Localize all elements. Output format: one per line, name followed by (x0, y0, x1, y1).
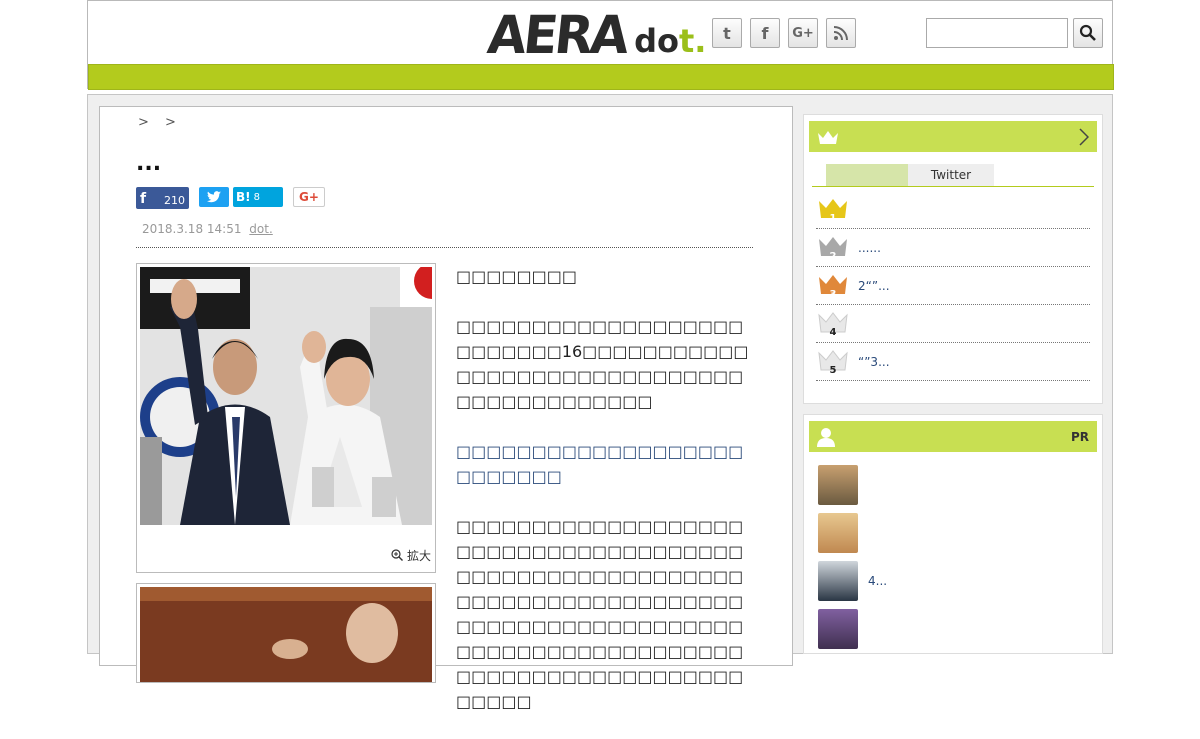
avatar (818, 465, 858, 505)
twitter-icon: t (723, 23, 731, 43)
article-photo-frame[interactable]: 拡大 (136, 263, 436, 573)
rank-number: 5 (829, 364, 837, 376)
pr-item-title: 4... (868, 574, 888, 588)
crown-icon (818, 130, 838, 144)
tab-ranking-twitter[interactable]: Twitter (908, 164, 994, 186)
article-paragraph: □□□□□□□□ (456, 267, 577, 286)
hatena-bookmark-icon: B! (236, 190, 251, 204)
rank-number: 3 (829, 288, 837, 300)
global-nav-bar (88, 64, 1114, 90)
article-title: ... (136, 151, 162, 176)
twitter-share-button[interactable] (199, 187, 229, 207)
google-plus-button[interactable]: G+ (788, 18, 818, 48)
chevron-right-icon (1079, 127, 1089, 146)
publish-date: 2018.3.18 14:51 (142, 222, 242, 236)
photo-zoom-link[interactable]: 拡大 (391, 547, 431, 564)
article-dateline: 2018.3.18 14:51 dot. (142, 222, 273, 236)
pr-item[interactable] (818, 509, 887, 557)
content-frame: > > ... f 210 B! 8 G+ 2018.3.18 14:51 do… (87, 94, 1113, 711)
article-paragraph: □□□□□□□□□□□□□□□□□□□□□□□□□□□□□□□□□□□□□□□□… (456, 517, 744, 711)
pr-widget: PR 4... (803, 414, 1103, 654)
ranking-item[interactable]: 4 (816, 305, 1090, 343)
logo-dot-suffix: t. (678, 22, 707, 60)
ranking-list: 1 2 ...... 3 2“”... 4 5 “”3... (816, 191, 1090, 381)
facebook-icon: f (140, 191, 147, 207)
share-buttons: f 210 B! 8 G+ (136, 187, 325, 209)
tab-ranking-access[interactable] (826, 164, 908, 186)
ranking-item[interactable]: 1 (816, 191, 1090, 229)
rank-4-crown-icon: 4 (818, 311, 850, 338)
photo-zoom-label: 拡大 (406, 549, 431, 563)
ranking-header[interactable] (809, 121, 1097, 152)
search-icon (1079, 24, 1096, 41)
facebook-share-count: 210 (164, 194, 185, 207)
ranking-tabs: Twitter (826, 164, 994, 186)
pr-item[interactable]: 4... (818, 557, 887, 605)
search-button[interactable] (1073, 18, 1103, 48)
hatena-bookmark-count: 8 (253, 191, 260, 203)
person-icon (817, 427, 835, 447)
google-plus-icon: G+ (299, 190, 319, 204)
twitter-button[interactable]: t (712, 18, 742, 48)
google-plus-icon: G+ (792, 25, 814, 41)
hatena-bookmark-button[interactable]: B! 8 (233, 187, 283, 207)
page: AERA dot. t f G+ > > ... f 210 B! 8 G+ 2… (87, 0, 1114, 711)
pr-header: PR (809, 421, 1097, 452)
google-plus-share-button[interactable]: G+ (293, 187, 325, 207)
ranking-item[interactable]: 3 2“”... (816, 267, 1090, 305)
article-photo-2-image (140, 587, 432, 682)
pr-item[interactable] (818, 605, 887, 653)
ranking-item-title: “”3... (858, 354, 890, 369)
article-paragraph: □□□□□□□□□□□□□□□□□□□□□□□□□□16□□□□□□□□□□□□… (456, 317, 749, 411)
avatar (818, 561, 858, 601)
facebook-button[interactable]: f (750, 18, 780, 48)
avatar (818, 513, 858, 553)
facebook-share-button[interactable]: f 210 (136, 187, 189, 209)
search-input[interactable] (926, 18, 1068, 48)
pr-list: 4... (818, 461, 887, 653)
article-photo-2 (140, 587, 432, 682)
ranking-item[interactable]: 2 ...... (816, 229, 1090, 267)
logo-aera-text: AERA (484, 4, 630, 66)
rank-2-crown-icon: 2 (818, 235, 850, 262)
source-link[interactable]: dot. (249, 222, 272, 236)
ranking-item-title: ...... (858, 240, 881, 255)
rank-number: 1 (829, 212, 837, 224)
rank-5-crown-icon: 5 (818, 349, 850, 376)
rank-number: 2 (829, 250, 837, 262)
article-body: □□□□□□□□ □□□□□□□□□□□□□□□□□□□□□□□□□□16□□□… (456, 264, 752, 739)
site-header: AERA dot. t f G+ (87, 0, 1114, 90)
avatar (818, 609, 858, 649)
breadcrumb[interactable]: > > (138, 115, 182, 130)
ranking-item-title: 2“”... (858, 278, 890, 293)
logo-dot-text: dot. (634, 21, 706, 61)
article-photo-image (140, 267, 432, 525)
rss-button[interactable] (826, 18, 856, 48)
article-panel: > > ... f 210 B! 8 G+ 2018.3.18 14:51 do… (99, 106, 793, 711)
zoom-in-icon (391, 549, 404, 561)
rank-number: 4 (829, 326, 837, 338)
site-logo[interactable]: AERA dot. (484, 4, 707, 66)
article-link[interactable]: □□□□□□□□□□□□□□□□□□□□□□□□□□ (456, 439, 752, 489)
rank-1-crown-icon: 1 (818, 197, 850, 224)
article-photo-frame-2[interactable] (136, 583, 436, 683)
social-links: t f G+ (712, 18, 856, 48)
rank-3-crown-icon: 3 (818, 273, 850, 300)
ranking-item[interactable]: 5 “”3... (816, 343, 1090, 381)
tab-underline (812, 186, 1094, 187)
ranking-widget: Twitter 1 2 ...... 3 2“”... 4 5 “”3... (803, 114, 1103, 404)
rss-icon (833, 26, 848, 41)
pr-label: PR (1070, 429, 1089, 444)
logo-dot-prefix: do (634, 22, 679, 60)
pr-item[interactable] (818, 461, 887, 509)
divider (136, 247, 753, 248)
article-photo (140, 267, 432, 525)
twitter-bird-icon (207, 191, 221, 203)
facebook-icon: f (761, 23, 769, 43)
